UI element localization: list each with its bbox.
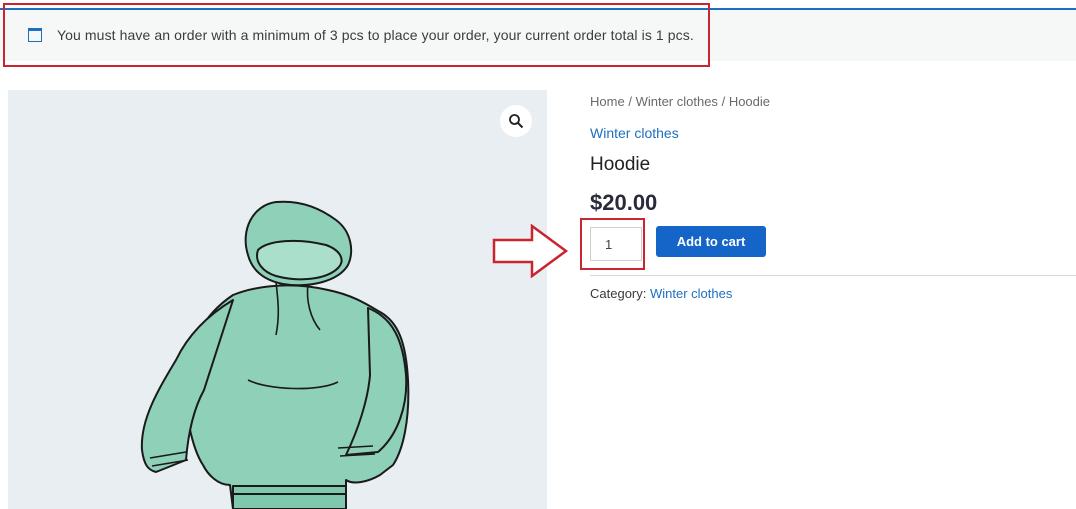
product-title: Hoodie (590, 154, 651, 175)
annotation-arrow-icon (492, 224, 569, 278)
hoodie-illustration (140, 200, 410, 509)
quantity-input[interactable] (590, 227, 642, 261)
window-icon (28, 28, 42, 42)
breadcrumb-category[interactable]: Winter clothes (636, 94, 718, 109)
product-price: $20.00 (590, 190, 658, 215)
meta-category-link[interactable]: Winter clothes (650, 286, 732, 301)
zoom-button[interactable] (500, 105, 532, 137)
breadcrumb-home[interactable]: Home (590, 94, 625, 109)
meta-label: Category: (590, 286, 647, 301)
divider (590, 275, 1076, 276)
add-to-cart-button[interactable]: Add to cart (656, 226, 766, 257)
breadcrumb-separator: / (628, 94, 632, 109)
breadcrumb-separator: / (721, 94, 726, 109)
store-notice: You must have an order with a minimum of… (0, 8, 1076, 61)
magnifier-icon (509, 114, 524, 129)
category-link[interactable]: Winter clothes (590, 125, 679, 141)
product-meta: Category: Winter clothes (590, 286, 732, 301)
breadcrumb: Home / Winter clothes / Hoodie (590, 94, 770, 109)
notice-text: You must have an order with a minimum of… (57, 27, 694, 43)
breadcrumb-current: Hoodie (728, 94, 771, 109)
product-image[interactable] (8, 90, 547, 509)
